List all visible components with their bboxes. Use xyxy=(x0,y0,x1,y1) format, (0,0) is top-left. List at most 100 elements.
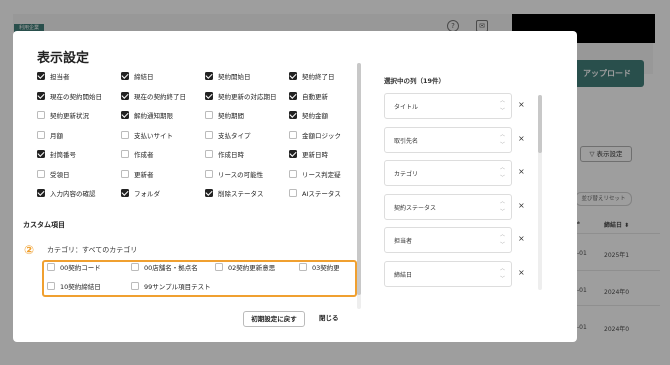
checkbox-unchecked-icon[interactable] xyxy=(121,169,129,178)
checkbox-label: リースの可能性 xyxy=(218,170,264,179)
checkbox-checked-icon[interactable] xyxy=(289,72,297,80)
column-checkbox[interactable]: 契約更新の対応期日 xyxy=(205,91,289,101)
checkbox-row: 封筒番号 作成者 作成日時 更新日時 xyxy=(37,149,367,163)
column-checkbox[interactable]: 削除ステータス xyxy=(205,188,289,198)
selected-column-item[interactable]: 契約ステータス ︿ ﹀ × xyxy=(384,193,525,220)
column-checkbox[interactable]: 金額ロジック xyxy=(289,130,349,140)
reorder-arrows-icon[interactable]: ︿ ﹀ xyxy=(500,230,505,250)
column-checkbox[interactable]: 現在の契約開始日 xyxy=(37,91,121,101)
checkbox-label: 月額 xyxy=(50,131,63,140)
checkbox-label: 自動更新 xyxy=(302,92,328,101)
column-checkbox[interactable]: リースの可能性 xyxy=(205,169,289,179)
checkbox-unchecked-icon[interactable] xyxy=(37,111,45,119)
checkbox-label: 現在の契約開始日 xyxy=(50,92,102,101)
checkbox-label: 契約終了日 xyxy=(302,73,335,81)
reorder-arrows-icon[interactable]: ︿ ﹀ xyxy=(500,197,505,217)
scrollbar-thumb[interactable] xyxy=(538,95,542,153)
checkbox-checked-icon[interactable] xyxy=(121,72,129,80)
column-checkbox[interactable]: 受領日 xyxy=(37,169,121,179)
checkbox-unchecked-icon[interactable] xyxy=(205,169,213,178)
column-checkbox[interactable]: 更新日時 xyxy=(289,149,349,159)
column-checkbox[interactable]: 自動更新 xyxy=(289,91,349,101)
checkbox-unchecked-icon[interactable] xyxy=(289,189,297,197)
selected-scrollbar[interactable] xyxy=(538,95,542,290)
checkbox-label: 封筒番号 xyxy=(50,151,76,159)
checkbox-unchecked-icon[interactable] xyxy=(121,150,129,158)
remove-icon[interactable]: × xyxy=(518,134,525,143)
checkbox-label: 作成日時 xyxy=(218,151,244,159)
remove-icon[interactable]: × xyxy=(518,100,525,109)
column-checkbox[interactable]: 現在の契約終了日 xyxy=(121,91,205,101)
checkbox-checked-icon[interactable] xyxy=(121,91,129,100)
remove-icon[interactable]: × xyxy=(518,201,525,210)
close-button[interactable]: 閉じる xyxy=(319,311,339,325)
checkbox-checked-icon[interactable] xyxy=(37,150,45,158)
column-checkbox[interactable]: フォルダ xyxy=(121,188,205,198)
checkbox-label: 削除ステータス xyxy=(218,190,264,198)
checkbox-unchecked-icon[interactable] xyxy=(121,130,129,139)
column-checkbox[interactable]: 支払いサイト xyxy=(121,130,205,140)
column-checkbox[interactable]: 契約開始日 xyxy=(205,71,289,81)
column-checkbox[interactable]: 封筒番号 xyxy=(37,149,121,159)
checkbox-checked-icon[interactable] xyxy=(121,111,129,119)
remove-icon[interactable]: × xyxy=(518,268,525,277)
selected-column-item[interactable]: タイトル ︿ ﹀ × xyxy=(384,93,525,119)
checkbox-checked-icon[interactable] xyxy=(205,91,213,100)
step-marker: ② xyxy=(24,243,35,257)
selected-column-item[interactable]: 担当者 ︿ ﹀ × xyxy=(384,227,525,253)
checkbox-label: 現在の契約終了日 xyxy=(134,92,186,101)
options-scrollbar[interactable] xyxy=(357,63,361,309)
column-checkbox[interactable]: 契約金額 xyxy=(289,110,349,120)
reset-defaults-button[interactable]: 初期設定に戻す xyxy=(243,311,305,327)
selected-column-item[interactable]: 取引先名 ︿ ﹀ × xyxy=(384,126,525,153)
checkbox-unchecked-icon[interactable] xyxy=(37,169,45,178)
checkbox-unchecked-icon[interactable] xyxy=(205,130,213,139)
column-checkbox[interactable]: 作成者 xyxy=(121,149,205,159)
checkbox-label: 締結日 xyxy=(134,73,154,81)
checkbox-label: 作成者 xyxy=(134,151,154,159)
column-checkbox[interactable]: 解約通知期限 xyxy=(121,110,205,120)
column-checkbox[interactable]: 契約更新状況 xyxy=(37,110,121,120)
column-checkbox[interactable]: 更新者 xyxy=(121,169,205,179)
category-filter-label[interactable]: カテゴリ：すべてのカテゴリ xyxy=(47,245,137,255)
reorder-arrows-icon[interactable]: ︿ ﹀ xyxy=(500,130,505,150)
reorder-arrows-icon[interactable]: ︿ ﹀ xyxy=(500,96,505,116)
column-checkbox[interactable]: 支払タイプ xyxy=(205,130,289,140)
checkbox-checked-icon[interactable] xyxy=(289,111,297,119)
column-checkbox[interactable]: 作成日時 xyxy=(205,149,289,159)
checkbox-checked-icon[interactable] xyxy=(121,189,129,197)
column-checkbox[interactable]: 月額 xyxy=(37,130,121,140)
reorder-arrows-icon[interactable]: ︿ ﹀ xyxy=(500,264,505,284)
column-checkbox[interactable]: 締結日 xyxy=(121,71,205,81)
checkbox-label: 契約金額 xyxy=(302,112,328,120)
selected-column-item[interactable]: カテゴリ ︿ ﹀ × xyxy=(384,160,525,186)
checkbox-row: 月額 支払いサイト 支払タイプ 金額ロジック xyxy=(37,130,367,144)
scrollbar-thumb[interactable] xyxy=(357,63,361,295)
highlight-box xyxy=(42,260,357,297)
checkbox-unchecked-icon[interactable] xyxy=(205,111,213,119)
checkbox-checked-icon[interactable] xyxy=(37,72,45,80)
checkbox-row: 入力内容の確認 フォルダ 削除ステータス AIステータス xyxy=(37,188,367,202)
remove-icon[interactable]: × xyxy=(518,234,525,243)
column-checkbox[interactable]: 入力内容の確認 xyxy=(37,188,121,198)
column-checkbox[interactable]: 担当者 xyxy=(37,71,121,81)
reorder-arrows-icon[interactable]: ︿ ﹀ xyxy=(500,163,505,183)
column-checkbox[interactable]: 契約終了日 xyxy=(289,71,349,81)
checkbox-label: 契約更新の対応期日 xyxy=(218,92,277,101)
checkbox-checked-icon[interactable] xyxy=(205,189,213,197)
checkbox-unchecked-icon[interactable] xyxy=(205,150,213,158)
checkbox-checked-icon[interactable] xyxy=(289,150,297,158)
checkbox-unchecked-icon[interactable] xyxy=(37,130,45,139)
column-checkbox[interactable]: AIステータス xyxy=(289,188,349,198)
checkbox-checked-icon[interactable] xyxy=(205,72,213,80)
checkbox-unchecked-icon[interactable] xyxy=(289,130,297,139)
checkbox-checked-icon[interactable] xyxy=(37,91,45,100)
column-checkbox[interactable]: 契約期間 xyxy=(205,110,289,120)
checkbox-unchecked-icon[interactable] xyxy=(289,169,297,178)
checkbox-checked-icon[interactable] xyxy=(289,91,297,100)
selected-column-item[interactable]: 締結日 ︿ ﹀ × xyxy=(384,260,525,287)
remove-icon[interactable]: × xyxy=(518,167,525,176)
column-checkbox[interactable]: リース判定疑 xyxy=(289,169,349,179)
checkbox-checked-icon[interactable] xyxy=(37,189,45,197)
checkbox-label: リース判定疑 xyxy=(302,170,341,179)
